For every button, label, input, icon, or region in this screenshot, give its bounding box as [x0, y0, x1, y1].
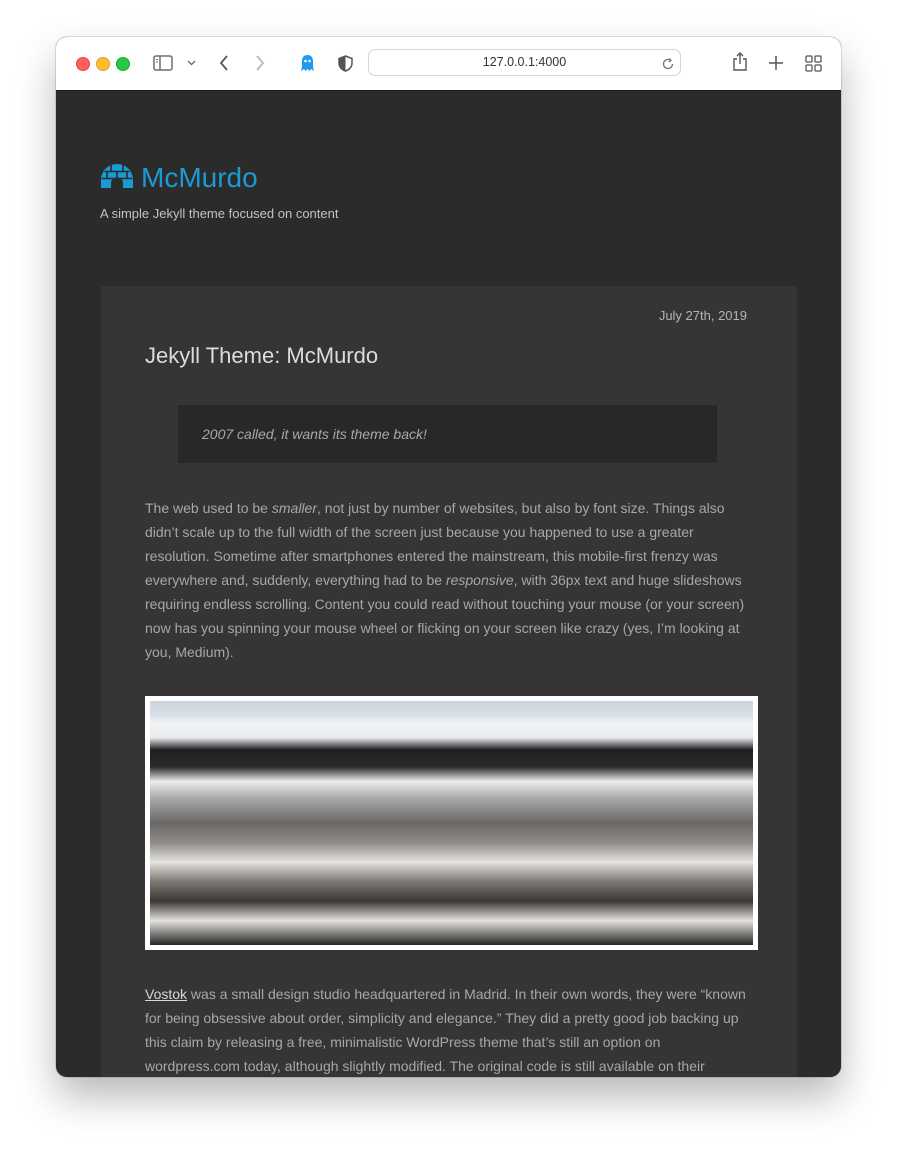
reload-icon[interactable]	[661, 55, 675, 80]
forward-icon[interactable]	[253, 54, 267, 72]
page-content: McMurdo A simple Jekyll theme focused on…	[56, 91, 841, 1077]
site-tagline: A simple Jekyll theme focused on content	[100, 206, 339, 221]
post-image-frame	[145, 696, 758, 950]
minimize-window-button[interactable]	[96, 57, 110, 71]
address-bar[interactable]: 127.0.0.1:4000	[368, 49, 681, 76]
post-paragraph-1: The web used to be smaller, not just by …	[145, 496, 749, 664]
ghostery-icon[interactable]	[298, 53, 316, 73]
emphasis-smaller: smaller	[271, 500, 317, 516]
plus-icon[interactable]	[766, 53, 786, 73]
shield-icon[interactable]	[336, 53, 354, 73]
post-blockquote: 2007 called, it wants its theme back!	[178, 405, 717, 463]
site-title[interactable]: McMurdo	[141, 162, 258, 194]
chevron-down-icon[interactable]	[185, 58, 197, 68]
post-title[interactable]: Jekyll Theme: McMurdo	[145, 343, 378, 369]
browser-window: 127.0.0.1:4000 McMurdo A simple Jekyll t…	[56, 37, 841, 1077]
emphasis-responsive: responsive	[445, 572, 514, 588]
igloo-icon[interactable]	[100, 162, 134, 195]
sidebar-icon[interactable]	[152, 54, 174, 72]
paragraph-text: The web used to be	[145, 500, 272, 516]
browser-toolbar: 127.0.0.1:4000	[56, 37, 841, 91]
close-window-button[interactable]	[76, 57, 90, 71]
mcmurdo-station-photo	[150, 701, 753, 945]
tabs-grid-icon[interactable]	[803, 53, 823, 73]
vostok-link[interactable]: Vostok	[145, 986, 187, 1002]
post-paragraph-2: Vostok was a small design studio headqua…	[145, 982, 749, 1077]
share-icon[interactable]	[730, 51, 750, 73]
back-icon[interactable]	[217, 54, 231, 72]
zoom-window-button[interactable]	[116, 57, 130, 71]
post-date: July 27th, 2019	[658, 308, 747, 323]
paragraph-text: was a small design studio headquartered …	[145, 986, 746, 1074]
address-text: 127.0.0.1:4000	[482, 55, 567, 69]
post-card: July 27th, 2019 Jekyll Theme: McMurdo 20…	[101, 286, 797, 1077]
